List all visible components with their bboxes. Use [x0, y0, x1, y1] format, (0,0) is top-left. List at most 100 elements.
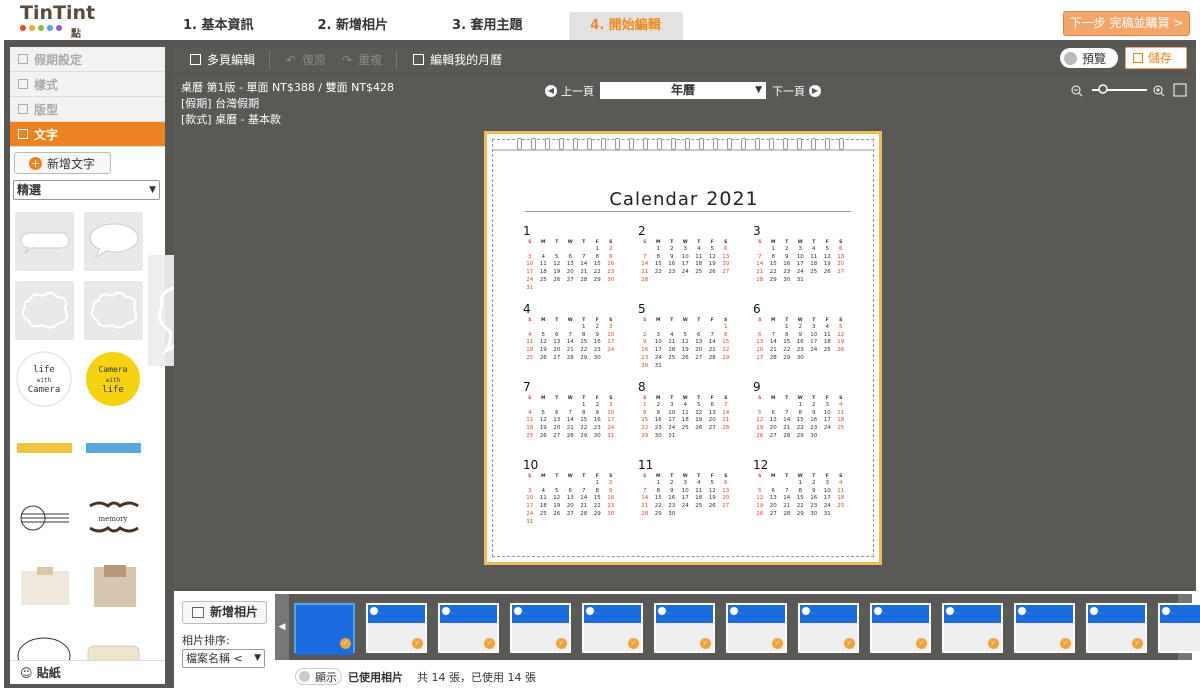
used-check-icon: ✓: [700, 638, 711, 649]
day-cell: 30: [783, 276, 791, 283]
photo-thumbnail[interactable]: ✓: [366, 603, 427, 653]
select-check-icon[interactable]: [1162, 607, 1170, 615]
month-number: 8: [638, 380, 646, 394]
sticker-life-with-camera[interactable]: life with Camera: [15, 350, 74, 409]
day-cell: 18: [837, 495, 845, 502]
prev-page-link[interactable]: 上一頁: [561, 83, 594, 99]
sticker-camera-with-life[interactable]: Camera with life: [84, 350, 143, 409]
menu-holiday-settings[interactable]: 假期設定: [10, 47, 165, 72]
weekday-label: M: [656, 240, 661, 245]
logo[interactable]: TinTint 點點印: [20, 3, 110, 70]
sticker-speech-bubble[interactable]: [84, 212, 143, 271]
zoom-slider[interactable]: [1070, 83, 1188, 97]
sticker-paper-note[interactable]: [15, 557, 74, 616]
photo-thumbnail[interactable]: ✓: [798, 603, 859, 653]
select-check-icon[interactable]: [802, 607, 810, 615]
sticker-cream-frame[interactable]: [84, 626, 143, 667]
strip-prev-arrow[interactable]: ◀: [275, 594, 289, 660]
tab-start-editing[interactable]: 4. 開始編輯: [568, 12, 683, 40]
day-cell: 7: [771, 331, 776, 338]
select-check-icon[interactable]: [1018, 607, 1026, 615]
weekday-label: W: [797, 474, 803, 479]
prev-page-icon[interactable]: ◀: [545, 84, 557, 97]
undo-button[interactable]: ↶ 復原: [286, 51, 326, 68]
menu-style[interactable]: 樣式: [10, 72, 165, 97]
tab-basic-info[interactable]: 1. 基本資訊: [165, 12, 272, 40]
next-step-button[interactable]: 下一步 完稿並購買 >: [1063, 11, 1190, 36]
select-check-icon[interactable]: [370, 607, 378, 615]
next-page-link[interactable]: 下一頁: [772, 83, 805, 99]
sticker-postmark[interactable]: [15, 488, 74, 547]
day-cell: 25: [539, 276, 547, 283]
day-cell: 22: [769, 269, 777, 276]
day-cell: [679, 511, 693, 519]
next-page-icon[interactable]: ▶: [809, 84, 821, 97]
photo-thumbnail[interactable]: ✓: [654, 603, 715, 653]
day-cell: 15: [641, 417, 649, 424]
show-used-toggle[interactable]: 顯示: [295, 668, 342, 685]
page-select[interactable]: 年曆 ▼: [600, 82, 766, 99]
sticker-memory[interactable]: memory: [84, 488, 143, 547]
add-text-button[interactable]: + 新增文字: [14, 152, 111, 174]
tab-add-photos[interactable]: 2. 新增相片: [300, 12, 407, 40]
ring: [657, 138, 662, 150]
select-check-icon[interactable]: [730, 607, 738, 615]
preview-toggle[interactable]: 預覽: [1060, 48, 1118, 68]
photo-thumbnail[interactable]: ✓: [438, 603, 499, 653]
photo-thumbnail[interactable]: ✓: [582, 603, 643, 653]
photo-thumbnail[interactable]: ✓: [1158, 603, 1200, 653]
photo-thumbnail[interactable]: ✓: [1014, 603, 1075, 653]
add-photo-button[interactable]: 新增相片: [182, 601, 267, 624]
select-check-icon[interactable]: [874, 607, 882, 615]
sticker-oval[interactable]: [15, 626, 74, 675]
photo-thumbnail[interactable]: ✓: [942, 603, 1003, 653]
sort-select[interactable]: 檔案名稱 < ▼: [182, 649, 265, 668]
day-cell: 13: [722, 253, 730, 260]
menu-layout[interactable]: 版型: [10, 97, 165, 122]
select-check-icon[interactable]: [946, 607, 954, 615]
sticker-cloud-2[interactable]: [84, 281, 143, 340]
edit-calendar-button[interactable]: 編輯我的月曆: [413, 51, 502, 68]
photo-thumbnail[interactable]: ✓: [510, 603, 571, 653]
day-cell: 6: [771, 409, 776, 416]
kraft-paper-icon: [94, 565, 136, 607]
category-select[interactable]: 精選 ▼: [13, 180, 160, 200]
redo-button[interactable]: ↷ 重複: [342, 51, 382, 68]
weekday-label: W: [567, 240, 573, 245]
menu-label: 假期設定: [34, 52, 83, 67]
select-check-icon[interactable]: [442, 607, 450, 615]
select-check-icon[interactable]: [586, 607, 594, 615]
calendar-title[interactable]: Calendar 2021: [493, 188, 875, 210]
sticker-kraft-paper[interactable]: [84, 557, 143, 616]
weekday-header: SMTWTFS: [638, 239, 733, 246]
day-cell: 24: [796, 269, 804, 276]
day-cell: 17: [796, 261, 804, 268]
sticker-speech-pill[interactable]: [15, 212, 74, 271]
sticker-blue-tape[interactable]: [84, 419, 143, 478]
photo-thumbnail[interactable]: ✓: [726, 603, 787, 653]
photo-thumbnail[interactable]: ✓: [294, 603, 355, 655]
used-photos-label: 已使用相片: [348, 670, 403, 684]
sticker-cloud-1[interactable]: [15, 281, 74, 340]
select-check-icon[interactable]: [658, 607, 666, 615]
calendar-page[interactable]: Calendar 2021 1 S M T W T F S 1 2 3 4 5 6 7 8 9 10 11 12 13 14…: [484, 131, 882, 565]
save-button[interactable]: 儲存: [1125, 47, 1187, 69]
day-cell: 30: [641, 362, 649, 369]
day-cell: 30: [810, 432, 818, 439]
day-cell: [807, 277, 821, 285]
select-check-icon[interactable]: [1090, 607, 1098, 615]
weekday-label: W: [567, 318, 573, 323]
sticker-yellow-tape[interactable]: [15, 419, 74, 478]
day-cell: 27: [566, 276, 574, 283]
photo-thumbnail[interactable]: ✓: [870, 603, 931, 653]
photo-thumbnail[interactable]: ✓: [1086, 603, 1147, 653]
multi-page-edit-button[interactable]: 多頁編輯: [190, 51, 255, 68]
menu-text[interactable]: 文字: [10, 122, 165, 147]
day-cell: [537, 285, 551, 293]
tab-apply-theme[interactable]: 3. 套用主題: [434, 12, 541, 40]
stickers-tab[interactable]: ☺ 貼紙: [10, 660, 165, 684]
weekday-header: SMTWTFS: [638, 473, 733, 480]
select-check-icon[interactable]: [514, 607, 522, 615]
day-cell: 12: [756, 495, 764, 502]
day-cell: [638, 246, 652, 254]
